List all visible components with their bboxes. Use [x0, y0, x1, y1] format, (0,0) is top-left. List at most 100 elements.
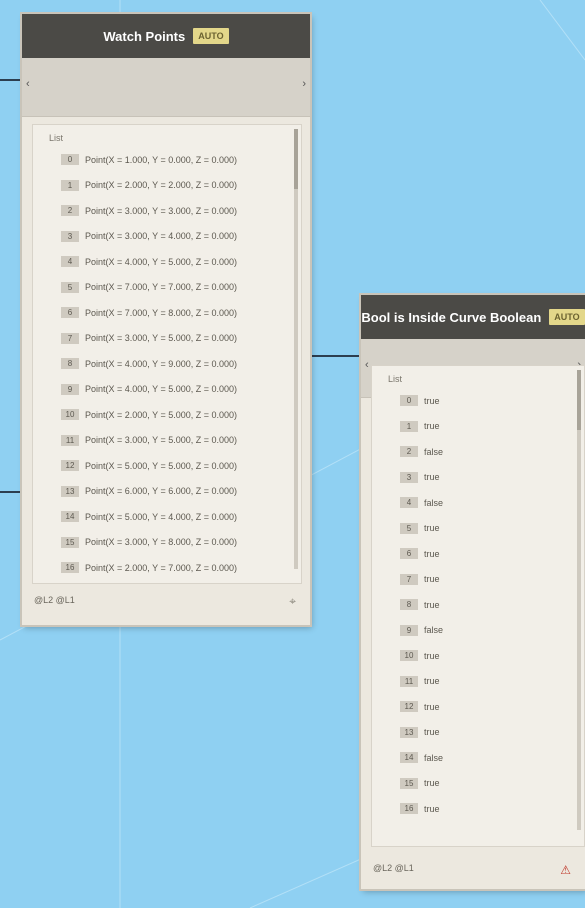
list-value: false: [424, 446, 444, 457]
list-index: 12: [61, 460, 79, 472]
list-item[interactable]: 16 Point(X = 2.000, Y = 7.000, Z = 0.000): [61, 555, 301, 581]
list-value: Point(X = 7.000, Y = 8.000, Z = 0.000): [85, 307, 238, 318]
list-value: true: [424, 548, 440, 559]
list-index: 14: [61, 511, 79, 523]
list-value: Point(X = 2.000, Y = 2.000, Z = 0.000): [85, 180, 238, 191]
watch-points-node[interactable]: Watch Points AUTO ‹ › List 0 Point(X = 1.…: [22, 14, 310, 625]
watch-preview[interactable]: List 0 Point(X = 1.000, Y = 0.000, Z = 0.…: [32, 124, 302, 584]
list-index: 7: [61, 332, 79, 344]
list-item[interactable]: 12 true: [400, 694, 584, 720]
level-label[interactable]: @L2 @L1: [34, 595, 75, 605]
list-value: true: [424, 574, 440, 585]
list-item[interactable]: 10 Point(X = 2.000, Y = 5.000, Z = 0.000): [61, 402, 301, 428]
list-item[interactable]: 2 false: [400, 439, 584, 465]
input-port[interactable]: ‹: [365, 359, 369, 371]
list-index: 15: [400, 777, 418, 789]
list-value: Point(X = 6.000, Y = 6.000, Z = 0.000): [85, 486, 238, 497]
list-title: List: [49, 133, 64, 143]
list-value: Point(X = 4.000, Y = 9.000, Z = 0.000): [85, 358, 238, 369]
list-item[interactable]: 4 false: [400, 490, 584, 516]
list-value: Point(X = 1.000, Y = 0.000, Z = 0.000): [85, 154, 238, 165]
list-index: 4: [400, 497, 418, 509]
graph-canvas[interactable]: Watch Points AUTO ‹ › List 0 Point(X = 1.…: [0, 0, 585, 908]
canvas-guide-line: [539, 0, 585, 61]
scrollbar[interactable]: [577, 370, 581, 830]
list-item[interactable]: 14 false: [400, 745, 584, 771]
list-index: 10: [400, 650, 418, 662]
list-item[interactable]: 0 Point(X = 1.000, Y = 0.000, Z = 0.000): [61, 147, 301, 173]
list-item[interactable]: 10 true: [400, 643, 584, 669]
list-item[interactable]: 13 true: [400, 720, 584, 746]
list-item[interactable]: 9 Point(X = 4.000, Y = 5.000, Z = 0.000): [61, 377, 301, 403]
list-item[interactable]: 3 Point(X = 3.000, Y = 4.000, Z = 0.000): [61, 224, 301, 250]
warning-icon[interactable]: ⚠: [560, 863, 571, 877]
list-value: Point(X = 5.000, Y = 5.000, Z = 0.000): [85, 460, 238, 471]
list-item[interactable]: 13 Point(X = 6.000, Y = 6.000, Z = 0.000): [61, 479, 301, 505]
watch-list: 0 Point(X = 1.000, Y = 0.000, Z = 0.000) 1…: [33, 147, 301, 581]
list-item[interactable]: 15 Point(X = 3.000, Y = 8.000, Z = 0.000): [61, 530, 301, 556]
list-item[interactable]: 6 Point(X = 7.000, Y = 8.000, Z = 0.000): [61, 300, 301, 326]
list-item[interactable]: 4 Point(X = 4.000, Y = 5.000, Z = 0.000): [61, 249, 301, 275]
list-item[interactable]: 5 true: [400, 516, 584, 542]
input-port[interactable]: ‹: [26, 78, 30, 90]
list-item[interactable]: 0 true: [400, 388, 584, 414]
level-label[interactable]: @L2 @L1: [373, 863, 414, 873]
list-item[interactable]: 1 Point(X = 2.000, Y = 2.000, Z = 0.000): [61, 173, 301, 199]
list-value: false: [424, 497, 444, 508]
list-value: true: [424, 421, 440, 432]
list-index: 6: [400, 548, 418, 560]
list-value: true: [424, 395, 440, 406]
scrollbar-thumb[interactable]: [577, 370, 581, 430]
list-index: 0: [400, 395, 418, 407]
list-item[interactable]: 3 true: [400, 465, 584, 491]
list-index: 8: [61, 358, 79, 370]
list-value: true: [424, 778, 440, 789]
list-item[interactable]: 6 true: [400, 541, 584, 567]
scrollbar-thumb[interactable]: [294, 129, 298, 189]
list-item[interactable]: 7 Point(X = 3.000, Y = 5.000, Z = 0.000): [61, 326, 301, 352]
list-index: 16: [400, 803, 418, 815]
list-value: Point(X = 3.000, Y = 4.000, Z = 0.000): [85, 231, 238, 242]
list-value: true: [424, 523, 440, 534]
list-index: 12: [400, 701, 418, 713]
list-item[interactable]: 1 true: [400, 414, 584, 440]
list-item[interactable]: 11 Point(X = 3.000, Y = 5.000, Z = 0.000): [61, 428, 301, 454]
pin-icon[interactable]: ⌖: [289, 594, 296, 609]
list-value: true: [424, 727, 440, 738]
list-item[interactable]: 8 true: [400, 592, 584, 618]
lacing-badge[interactable]: AUTO: [193, 28, 229, 44]
watch-list: 0 true 1 true 2 false 3 true 4 false 5 true 6 true 7 tr…: [372, 388, 584, 822]
list-index: 3: [61, 230, 79, 242]
node-header[interactable]: Watch Points AUTO: [22, 14, 310, 58]
list-item[interactable]: 7 true: [400, 567, 584, 593]
scrollbar[interactable]: [294, 129, 298, 569]
list-index: 15: [61, 536, 79, 548]
list-value: Point(X = 2.000, Y = 7.000, Z = 0.000): [85, 562, 238, 573]
output-port[interactable]: ›: [302, 78, 306, 90]
list-item[interactable]: 16 true: [400, 796, 584, 822]
list-index: 11: [400, 675, 418, 687]
list-item[interactable]: 11 true: [400, 669, 584, 695]
list-item[interactable]: 9 false: [400, 618, 584, 644]
list-item[interactable]: 5 Point(X = 7.000, Y = 7.000, Z = 0.000): [61, 275, 301, 301]
bool-inside-curve-node[interactable]: Bool is Inside Curve Boolean AUTO ‹ › Li…: [361, 295, 585, 889]
list-value: false: [424, 752, 444, 763]
list-index: 2: [400, 446, 418, 458]
node-title: Watch Points: [103, 28, 186, 44]
list-value: Point(X = 2.000, Y = 5.000, Z = 0.000): [85, 409, 238, 420]
list-index: 8: [400, 599, 418, 611]
list-value: true: [424, 650, 440, 661]
list-item[interactable]: 15 true: [400, 771, 584, 797]
list-item[interactable]: 2 Point(X = 3.000, Y = 3.000, Z = 0.000): [61, 198, 301, 224]
list-value: Point(X = 4.000, Y = 5.000, Z = 0.000): [85, 384, 238, 395]
node-header[interactable]: Bool is Inside Curve Boolean AUTO: [361, 295, 585, 339]
list-item[interactable]: 12 Point(X = 5.000, Y = 5.000, Z = 0.000): [61, 453, 301, 479]
list-index: 10: [61, 409, 79, 421]
watch-preview[interactable]: List 0 true 1 true 2 false 3 true 4 false 5 true 6 tr…: [371, 365, 585, 847]
list-item[interactable]: 14 Point(X = 5.000, Y = 4.000, Z = 0.000): [61, 504, 301, 530]
list-index: 1: [61, 179, 79, 191]
list-value: Point(X = 5.000, Y = 4.000, Z = 0.000): [85, 511, 238, 522]
list-index: 13: [61, 485, 79, 497]
lacing-badge[interactable]: AUTO: [549, 309, 585, 325]
list-item[interactable]: 8 Point(X = 4.000, Y = 9.000, Z = 0.000): [61, 351, 301, 377]
